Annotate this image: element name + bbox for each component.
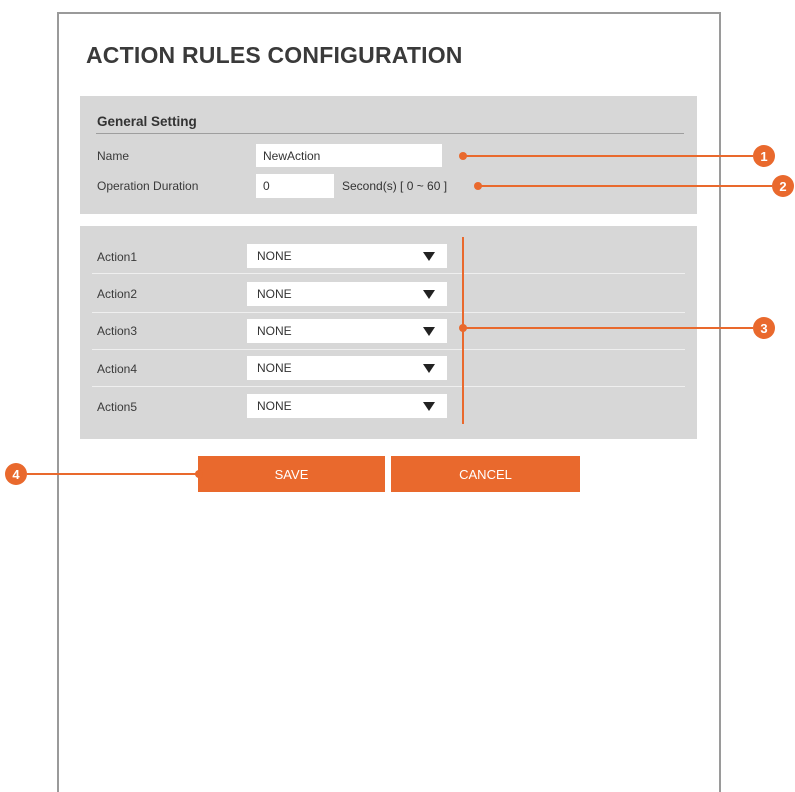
callout-3-badge: 3 bbox=[753, 317, 775, 339]
callout-1-line bbox=[463, 155, 753, 157]
callout-2-badge: 2 bbox=[772, 175, 794, 197]
page-title: ACTION RULES CONFIGURATION bbox=[86, 42, 463, 68]
triangle-down-icon bbox=[423, 364, 435, 373]
operation-duration-field[interactable] bbox=[256, 174, 334, 198]
row-divider bbox=[92, 349, 685, 350]
row-divider bbox=[92, 273, 685, 274]
section-divider bbox=[96, 133, 684, 134]
section-title: General Setting bbox=[97, 114, 197, 129]
name-label: Name bbox=[97, 149, 130, 163]
triangle-down-icon bbox=[423, 290, 435, 299]
callout-1-badge: 1 bbox=[753, 145, 775, 167]
operation-duration-label: Operation Duration bbox=[97, 179, 199, 193]
action5-value: NONE bbox=[257, 399, 292, 413]
triangle-down-icon bbox=[423, 252, 435, 261]
row-divider bbox=[92, 386, 685, 387]
action4-value: NONE bbox=[257, 361, 292, 375]
action2-value: NONE bbox=[257, 287, 292, 301]
action3-value: NONE bbox=[257, 324, 292, 338]
name-field[interactable] bbox=[256, 144, 442, 167]
triangle-down-icon bbox=[423, 327, 435, 336]
callout-4-badge: 4 bbox=[5, 463, 27, 485]
action5-label: Action5 bbox=[97, 400, 138, 414]
callout-4-dot bbox=[195, 470, 203, 478]
callout-4-line bbox=[27, 473, 199, 475]
action4-label: Action4 bbox=[97, 362, 138, 376]
action1-label: Action1 bbox=[97, 250, 138, 264]
action2-select[interactable]: NONE bbox=[247, 282, 447, 306]
action2-label: Action2 bbox=[97, 287, 138, 301]
action3-label: Action3 bbox=[97, 324, 138, 338]
actions-panel: Action1 NONE Action2 NONE Action3 NONE A… bbox=[80, 226, 697, 439]
action5-select[interactable]: NONE bbox=[247, 394, 447, 418]
cancel-button[interactable]: CANCEL bbox=[391, 456, 580, 492]
action4-select[interactable]: NONE bbox=[247, 356, 447, 380]
action1-value: NONE bbox=[257, 249, 292, 263]
triangle-down-icon bbox=[423, 402, 435, 411]
action3-select[interactable]: NONE bbox=[247, 319, 447, 343]
action1-select[interactable]: NONE bbox=[247, 244, 447, 268]
duration-unit-label: Second(s) [ 0 ~ 60 ] bbox=[342, 179, 448, 193]
callout-3-line bbox=[463, 327, 753, 329]
callout-2-line bbox=[478, 185, 772, 187]
save-button[interactable]: SAVE bbox=[198, 456, 385, 492]
row-divider bbox=[92, 312, 685, 313]
